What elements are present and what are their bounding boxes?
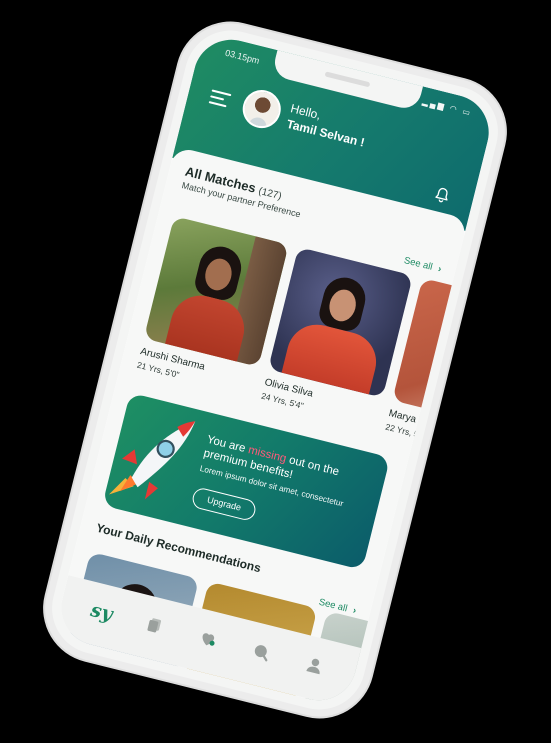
- match-photo: [267, 247, 413, 398]
- chat-icon: [254, 645, 268, 662]
- avatar[interactable]: [238, 86, 285, 133]
- see-all-matches-link[interactable]: See all ›: [403, 255, 443, 275]
- match-photo: [143, 216, 289, 367]
- logo-icon: sy: [88, 598, 115, 626]
- tab-chat[interactable]: [239, 630, 283, 674]
- menu-icon[interactable]: [208, 89, 232, 109]
- heart-icon: [202, 633, 215, 646]
- status-time: 03.15pm: [224, 47, 261, 66]
- tab-matches[interactable]: [133, 604, 177, 648]
- promo-stage: 03.15pm ▂▄▆ ◠ ▭ Hello, Tamil Selvan ! Al…: [0, 0, 551, 743]
- speaker-grille: [324, 71, 371, 88]
- match-card[interactable]: Olivia Silva 24 Yrs, 5'4": [260, 247, 413, 429]
- main-content: All Matches (127) Match your partner Pre…: [63, 146, 497, 709]
- phone-mockup: 03.15pm ▂▄▆ ◠ ▭ Hello, Tamil Selvan ! Al…: [42, 20, 508, 720]
- match-meta: 22 Yrs, 5': [384, 421, 422, 440]
- tab-interests[interactable]: [186, 617, 230, 661]
- chevron-right-icon: ›: [436, 263, 443, 276]
- cards-icon: [147, 618, 162, 633]
- see-all-label: See all: [402, 255, 434, 273]
- user-name: Tamil Selvan !: [285, 116, 367, 150]
- chevron-right-icon: ›: [351, 605, 358, 617]
- tab-profile[interactable]: [292, 643, 336, 687]
- bell-icon[interactable]: [431, 184, 453, 206]
- tab-home[interactable]: sy: [80, 590, 124, 634]
- upgrade-button[interactable]: Upgrade: [190, 486, 258, 523]
- rocket-icon: [108, 421, 196, 500]
- profile-icon: [305, 658, 320, 675]
- match-photo: [392, 277, 497, 429]
- app-screen: 03.15pm ▂▄▆ ◠ ▭ Hello, Tamil Selvan ! Al…: [53, 31, 497, 709]
- status-signal-wifi-battery-icon: ▂▄▆ ◠ ▭: [421, 96, 473, 118]
- match-card[interactable]: Arushi Sharma 21 Yrs, 5'0": [136, 216, 289, 398]
